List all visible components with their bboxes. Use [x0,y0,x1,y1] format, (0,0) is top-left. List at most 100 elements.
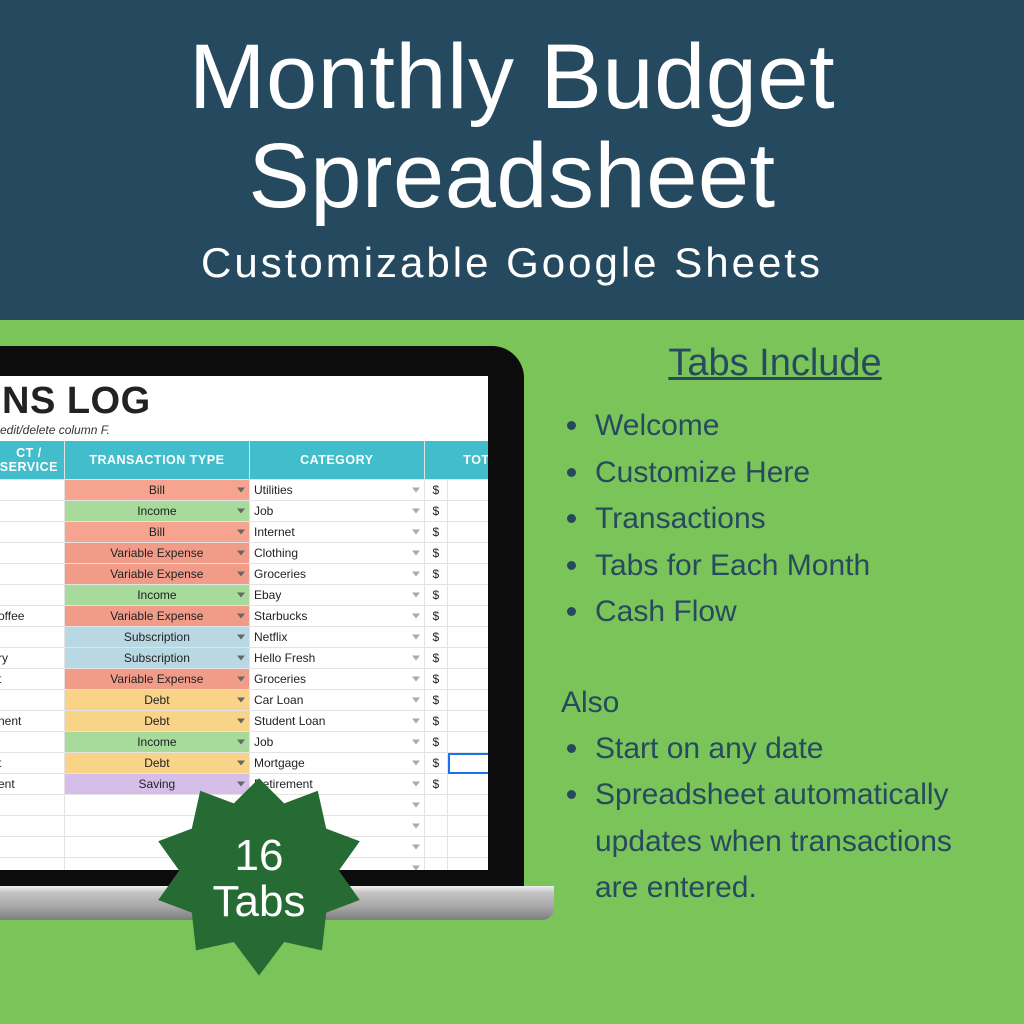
cell-total[interactable] [448,795,488,816]
cell-category[interactable]: Car Loan [250,690,425,711]
cell-transaction-type[interactable]: Income [64,501,249,522]
cell-total[interactable]: 2,500.00 [448,732,488,753]
cell-transaction-type[interactable]: Debt [64,753,249,774]
cell-total[interactable]: 40.00 [448,480,488,501]
cell-category[interactable]: Netflix [250,627,425,648]
dropdown-icon [412,488,420,493]
sheet-note: edit/delete column F. [0,423,488,441]
cell-transaction-type[interactable]: Subscription [64,648,249,669]
dropdown-icon [412,866,420,871]
table-row: nentDebtStudent Loan$897.00 [0,711,488,732]
cell-total[interactable]: 897.00 [448,711,488,732]
cell-total[interactable]: 125.00 [448,648,488,669]
cell-service[interactable] [0,522,64,543]
cell-service[interactable] [0,543,64,564]
cell-service[interactable] [0,816,64,837]
badge-label: Tabs [213,877,306,926]
cell-category[interactable]: Student Loan [250,711,425,732]
main-title: Monthly Budget Spreadsheet [20,28,1004,227]
cell-transaction-type[interactable]: Subscription [64,627,249,648]
table-row: Variable ExpenseGroceries$250.00 [0,564,488,585]
cell-category[interactable]: Hello Fresh [250,648,425,669]
cell-transaction-type[interactable]: Variable Expense [64,564,249,585]
cell-transaction-type[interactable]: Debt [64,690,249,711]
dropdown-icon [412,593,420,598]
cell-transaction-type[interactable]: Income [64,732,249,753]
dropdown-icon [412,761,420,766]
subtitle: Customizable Google Sheets [20,239,1004,287]
cell-service[interactable] [0,795,64,816]
cell-transaction-type[interactable]: Income [64,585,249,606]
tabs-list-item: Customize Here [561,450,995,497]
cell-total[interactable]: 398.00 [448,669,488,690]
cell-service[interactable]: ent [0,774,64,795]
cell-service[interactable]: ry [0,648,64,669]
cell-transaction-type[interactable]: Variable Expense [64,606,249,627]
cell-service[interactable] [0,837,64,858]
cell-category[interactable]: Job [250,732,425,753]
cell-service[interactable] [0,564,64,585]
cell-service[interactable] [0,690,64,711]
cell-currency-symbol [424,837,447,858]
tabs-include-heading: Tabs Include [555,342,995,385]
dropdown-icon [412,845,420,850]
cell-currency-symbol: $ [424,648,447,669]
tabs-list-item: Transactions [561,496,995,543]
lower-panel: NS LOG edit/delete column F. CT / SERVIC… [0,320,1024,1024]
cell-currency-symbol: $ [424,627,447,648]
cell-category[interactable]: Clothing [250,543,425,564]
also-list-item: Spreadsheet automatically updates when t… [561,772,995,912]
cell-total[interactable]: 13.99 [448,627,488,648]
cell-service[interactable] [0,501,64,522]
table-row: tDebtMortgage$1,600.00 [0,753,488,774]
title-line-1: Monthly Budget [189,26,835,128]
cell-category[interactable]: Starbucks [250,606,425,627]
cell-service[interactable]: offee [0,606,64,627]
table-row: SubscriptionNetflix$13.99 [0,627,488,648]
cell-total[interactable]: 22.00 [448,585,488,606]
cell-service[interactable]: t [0,669,64,690]
cell-service[interactable] [0,585,64,606]
cell-total[interactable] [448,858,488,871]
cell-transaction-type[interactable]: Variable Expense [64,669,249,690]
cell-service[interactable]: nent [0,711,64,732]
cell-service[interactable] [0,732,64,753]
cell-category[interactable]: Utilities [250,480,425,501]
cell-currency-symbol: $ [424,753,447,774]
cell-category[interactable]: Groceries [250,564,425,585]
cell-service[interactable] [0,480,64,501]
cell-total[interactable]: 250.00 [448,564,488,585]
dropdown-icon [237,530,245,535]
cell-transaction-type[interactable]: Bill [64,522,249,543]
cell-total[interactable] [448,837,488,858]
header-service: CT / SERVICE [0,441,64,480]
cell-category[interactable]: Mortgage [250,753,425,774]
cell-category[interactable]: Groceries [250,669,425,690]
cell-total[interactable]: 4.25 [448,606,488,627]
cell-transaction-type[interactable]: Debt [64,711,249,732]
dropdown-icon [237,572,245,577]
dropdown-icon [237,656,245,661]
cell-category[interactable]: Job [250,501,425,522]
dropdown-icon [412,530,420,535]
cell-total[interactable]: 100.00 [448,774,488,795]
cell-transaction-type[interactable]: Variable Expense [64,543,249,564]
cell-transaction-type[interactable]: Bill [64,480,249,501]
cell-total[interactable]: 25.00 [448,543,488,564]
cell-currency-symbol: $ [424,501,447,522]
table-header-row: CT / SERVICE TRANSACTION TYPE CATEGORY T… [0,441,488,480]
cell-total[interactable] [448,816,488,837]
cell-category[interactable]: Internet [250,522,425,543]
table-row: tVariable ExpenseGroceries$398.00 [0,669,488,690]
cell-category[interactable]: Ebay [250,585,425,606]
cell-total[interactable]: 70.00 [448,522,488,543]
dropdown-icon [412,509,420,514]
cell-total[interactable]: 415.00 [448,690,488,711]
cell-total[interactable]: 1,600.00 [448,753,488,774]
dropdown-icon [237,488,245,493]
cell-service[interactable] [0,627,64,648]
cell-service[interactable]: t [0,753,64,774]
dropdown-icon [412,719,420,724]
cell-total[interactable]: 2,500.00 [448,501,488,522]
cell-service[interactable] [0,858,64,871]
